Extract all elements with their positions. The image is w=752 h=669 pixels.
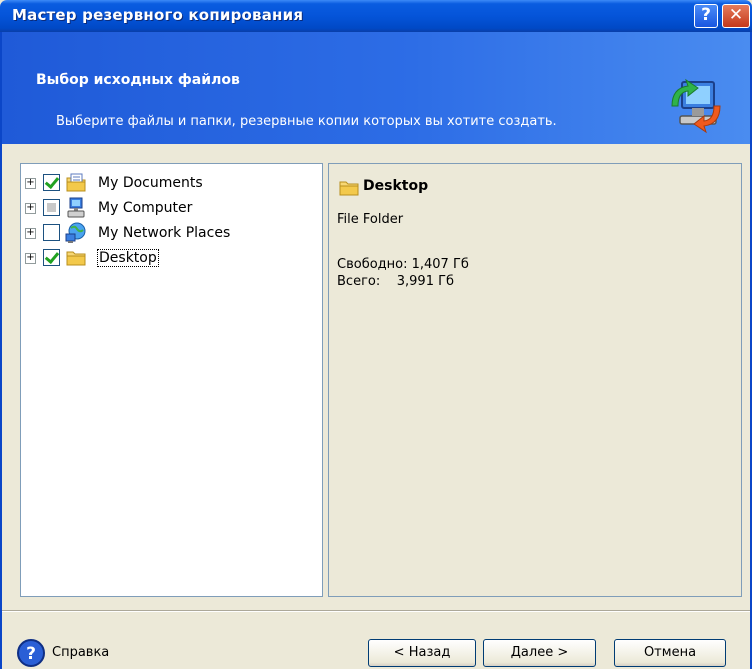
my-computer-icon (67, 197, 85, 218)
tree-item-label: My Computer (98, 200, 193, 216)
cancel-button[interactable]: Отмена (614, 639, 726, 667)
expander-plus[interactable]: + (25, 203, 36, 214)
source-tree[interactable]: + My Documents + My Computer + My Networ… (20, 163, 323, 597)
tree-item-my-computer[interactable]: + My Computer (25, 197, 315, 221)
tree-item-label: My Documents (98, 175, 203, 191)
expander-plus[interactable]: + (25, 253, 36, 264)
header-subtitle: Выберите файлы и папки, резервные копии … (56, 114, 557, 129)
header-title: Выбор исходных файлов (36, 72, 240, 88)
close-button[interactable]: ✕ (722, 4, 750, 28)
checkbox-desktop[interactable] (43, 249, 60, 266)
next-button[interactable]: Далее > (483, 639, 596, 667)
checkbox-my-network-places[interactable] (43, 224, 60, 241)
wizard-body: + My Documents + My Computer + My Networ… (0, 144, 752, 669)
folder-icon (66, 251, 86, 266)
window-title: Мастер резервного копирования (12, 6, 304, 24)
network-places-icon (65, 222, 86, 243)
details-total-space: Всего: 3,991 Гб (337, 274, 455, 289)
tree-item-desktop[interactable]: + Desktop (25, 247, 315, 271)
tree-item-my-network-places[interactable]: + My Network Places (25, 222, 315, 246)
help-link[interactable]: Справка (52, 645, 109, 660)
backup-computer-icon (671, 78, 721, 134)
svg-text:?: ? (26, 644, 36, 664)
title-bar[interactable]: Мастер резервного копирования ? ✕ (0, 0, 752, 32)
tree-item-label: Desktop (97, 249, 159, 267)
details-free-space: Свободно: 1,407 Гб (337, 257, 469, 272)
details-type: File Folder (337, 212, 404, 227)
checkbox-my-documents[interactable] (43, 174, 60, 191)
details-pane: Desktop File Folder Свободно: 1,407 Гб В… (328, 163, 742, 597)
folder-icon (339, 181, 359, 196)
details-title: Desktop (363, 178, 429, 194)
help-icon[interactable]: ? (16, 638, 46, 668)
tree-item-label: My Network Places (98, 225, 231, 241)
checkbox-my-computer[interactable] (43, 199, 60, 216)
wizard-header: Выбор исходных файлов Выберите файлы и п… (0, 32, 752, 144)
back-button[interactable]: < Назад (368, 639, 476, 667)
footer-divider (2, 610, 750, 612)
tree-item-my-documents[interactable]: + My Documents (25, 172, 315, 196)
expander-plus[interactable]: + (25, 178, 36, 189)
expander-plus[interactable]: + (25, 228, 36, 239)
help-title-button[interactable]: ? (694, 4, 718, 28)
my-documents-icon (66, 173, 86, 192)
backup-wizard-window: Мастер резервного копирования ? ✕ Выбор … (0, 0, 752, 669)
